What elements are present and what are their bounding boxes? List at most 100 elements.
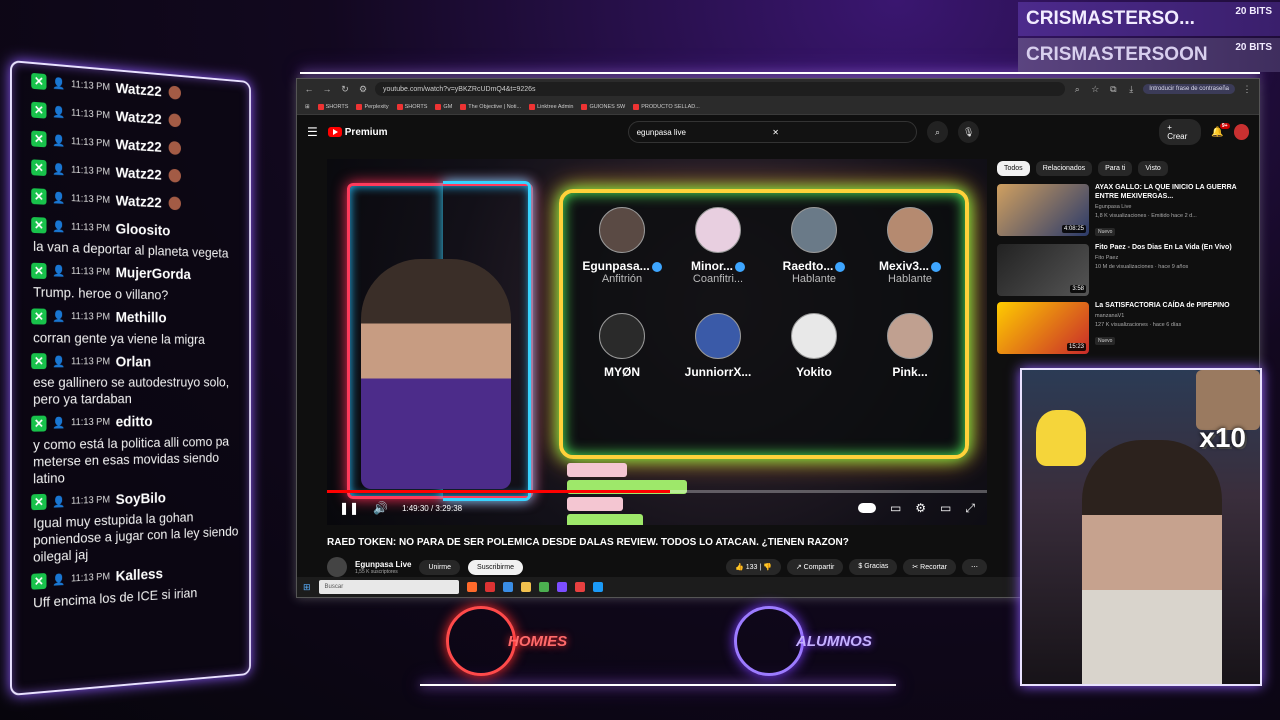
search-input[interactable]: egunpasa live <box>637 128 773 137</box>
subtitles-icon[interactable]: ▭ <box>890 501 901 515</box>
settings-icon[interactable]: ⚙ <box>915 501 926 515</box>
recommended-video[interactable]: 4:08:25 AYAX GALLO: LA QUE INICIO LA GUER… <box>997 184 1247 238</box>
video-channel[interactable]: manzanaV1 <box>1095 313 1230 320</box>
autoplay-toggle[interactable] <box>857 503 876 513</box>
more-actions-icon[interactable]: ⋯ <box>962 559 987 575</box>
chat-username[interactable]: Watz22 <box>116 136 162 155</box>
chat-username[interactable]: Kalless <box>116 566 163 585</box>
alumnos-emblem-icon <box>734 606 804 676</box>
notifications-icon[interactable]: 🔔 9+ <box>1211 122 1230 138</box>
file-explorer-icon[interactable] <box>520 582 531 592</box>
clip-button[interactable]: ✂ Recortar <box>903 559 956 575</box>
chat-username[interactable]: Methillo <box>116 309 167 326</box>
thanks-button[interactable]: $ Gracias <box>849 559 898 575</box>
extensions-icon[interactable]: ⧉ <box>1107 84 1119 95</box>
zoom-icon[interactable]: ⌕ <box>1071 84 1083 95</box>
chrome-icon[interactable] <box>538 582 549 592</box>
video-thumbnail[interactable]: 3:58 <box>997 243 1089 296</box>
chat-username[interactable]: Gloosito <box>116 220 171 239</box>
windows-start-icon[interactable]: ⊞ <box>303 582 311 593</box>
video-channel[interactable]: Fito Paez <box>1095 255 1232 262</box>
channel-info: Egunpasa Live 1,55 K suscriptores <box>355 560 411 575</box>
taskbar-search[interactable]: Buscar <box>318 580 459 594</box>
recommended-video[interactable]: 3:58 Fito Paez - Dos Dias En La Vida (En … <box>997 243 1247 296</box>
participant-card[interactable]: MYØN <box>577 313 667 379</box>
pause-icon[interactable]: ❚❚ <box>339 501 359 515</box>
chat-username[interactable]: Watz22 <box>116 79 162 99</box>
create-button[interactable]: + Crear <box>1159 119 1202 145</box>
participant-card[interactable]: Pink... <box>865 313 955 379</box>
video-thumbnail[interactable]: 15:23 <box>997 301 1089 354</box>
channel-avatar[interactable] <box>327 557 347 577</box>
clear-search-icon[interactable]: ✕ <box>772 128 908 137</box>
chat-username[interactable]: Watz22 <box>116 192 162 211</box>
video-title[interactable]: Fito Paez - Dos Dias En La Vida (En Vivo… <box>1095 244 1232 253</box>
participant-card[interactable]: Yokito <box>769 313 859 379</box>
participant-card[interactable]: JunniorrX... <box>673 313 763 379</box>
forward-icon[interactable]: → <box>321 84 333 94</box>
chat-username[interactable]: Orlan <box>116 354 151 371</box>
password-prompt[interactable]: Introducir frase de contraseña <box>1143 84 1235 94</box>
filter-chip[interactable]: Relacionados <box>1035 161 1093 176</box>
chat-username[interactable]: MujerGorda <box>116 265 191 284</box>
bookmark-favicon-icon <box>529 103 536 110</box>
filter-chip[interactable]: Para ti <box>1098 161 1133 176</box>
moderator-badge-icon: ✕ <box>31 415 47 432</box>
chat-username[interactable]: Watz22 <box>116 108 162 128</box>
chat-username[interactable]: SoyBilo <box>116 490 166 508</box>
search-box[interactable]: egunpasa live ✕ <box>627 121 917 143</box>
menu-icon[interactable]: ⋮ <box>1241 84 1253 95</box>
progress-bar[interactable] <box>327 490 987 493</box>
app-icon[interactable] <box>574 582 585 592</box>
back-icon[interactable]: ← <box>303 84 315 94</box>
bookmark-item[interactable]: SHORTS <box>317 103 348 110</box>
participant-card[interactable]: Egunpasa... Anfitrión <box>577 207 667 285</box>
opera-icon[interactable] <box>484 582 495 592</box>
reload-icon[interactable]: ↻ <box>339 84 351 95</box>
url-field[interactable]: youtube.com/watch?v=yBKZRcUDmQ4&t=9226s <box>375 82 1066 96</box>
video-title[interactable]: La SATISFACTORIA CAÍDA de PIPEPINO <box>1095 302 1230 311</box>
steam-icon[interactable] <box>592 582 603 592</box>
microphone-icon[interactable]: 🎙 <box>958 121 980 143</box>
theater-mode-icon[interactable]: ▭ <box>940 501 951 515</box>
bookmark-item[interactable]: GM <box>435 103 452 110</box>
video-player[interactable]: Egunpasa... Anfitrión Minor... Coanfitri...… <box>327 159 987 525</box>
video-title[interactable]: AYAX GALLO: LA QUE INICIO LA GUERRA ENTR… <box>1095 184 1247 202</box>
subscribe-button[interactable]: Suscribirme <box>468 559 523 575</box>
edge-icon[interactable] <box>502 582 513 592</box>
search-icon[interactable]: ⌕ <box>926 121 949 143</box>
site-info-icon[interactable]: ⚙ <box>357 84 369 95</box>
filter-chip[interactable]: Visto <box>1138 161 1168 176</box>
fullscreen-icon[interactable]: ⤢ <box>965 501 975 516</box>
chat-username[interactable]: Watz22 <box>116 164 162 183</box>
bookmark-star-icon[interactable]: ☆ <box>1089 84 1101 95</box>
join-button[interactable]: Unirme <box>419 559 461 575</box>
recommended-video[interactable]: 15:23 La SATISFACTORIA CAÍDA de PIPEPINO m… <box>997 301 1247 354</box>
youtube-logo[interactable]: Premium <box>327 127 388 138</box>
apps-icon[interactable]: ⊞ <box>305 104 310 110</box>
like-button[interactable]: 👍 133 | 👎 <box>726 559 781 575</box>
volume-icon[interactable]: 🔊 <box>373 501 388 515</box>
chat-username[interactable]: editto <box>116 414 153 431</box>
filter-chip[interactable]: Todos <box>997 161 1030 176</box>
bookmark-item[interactable]: GUIONES SW <box>581 103 625 110</box>
share-button[interactable]: ↗ Compartir <box>786 559 844 575</box>
bookmark-item[interactable]: PRODUCTO SELLAD... <box>633 103 700 110</box>
download-icon[interactable]: ⤓ <box>1125 84 1137 95</box>
account-avatar[interactable] <box>1233 124 1249 140</box>
brave-icon[interactable] <box>466 582 477 592</box>
channel-name[interactable]: Egunpasa Live <box>355 560 411 569</box>
participant-card[interactable]: Raedto... Hablante <box>769 207 859 285</box>
hamburger-menu-icon[interactable]: ☰ <box>307 125 318 139</box>
bookmark-item[interactable]: Perplexity <box>356 103 389 110</box>
bookmark-item[interactable]: The Objective | Noti... <box>460 103 521 110</box>
participant-card[interactable]: Mexiv3... Hablante <box>865 207 955 285</box>
video-channel[interactable]: Egunpasa Live <box>1095 204 1247 211</box>
bookmark-item[interactable]: SHORTS <box>396 103 427 110</box>
participant-name-row: JunniorrX... <box>673 365 763 379</box>
bookmark-item[interactable]: Linktree Admin <box>529 103 573 110</box>
video-thumbnail[interactable]: 4:08:25 <box>997 184 1089 236</box>
bookmark-favicon-icon <box>581 103 588 110</box>
participant-card[interactable]: Minor... Coanfitri... <box>673 207 763 285</box>
discord-icon[interactable] <box>556 582 567 592</box>
